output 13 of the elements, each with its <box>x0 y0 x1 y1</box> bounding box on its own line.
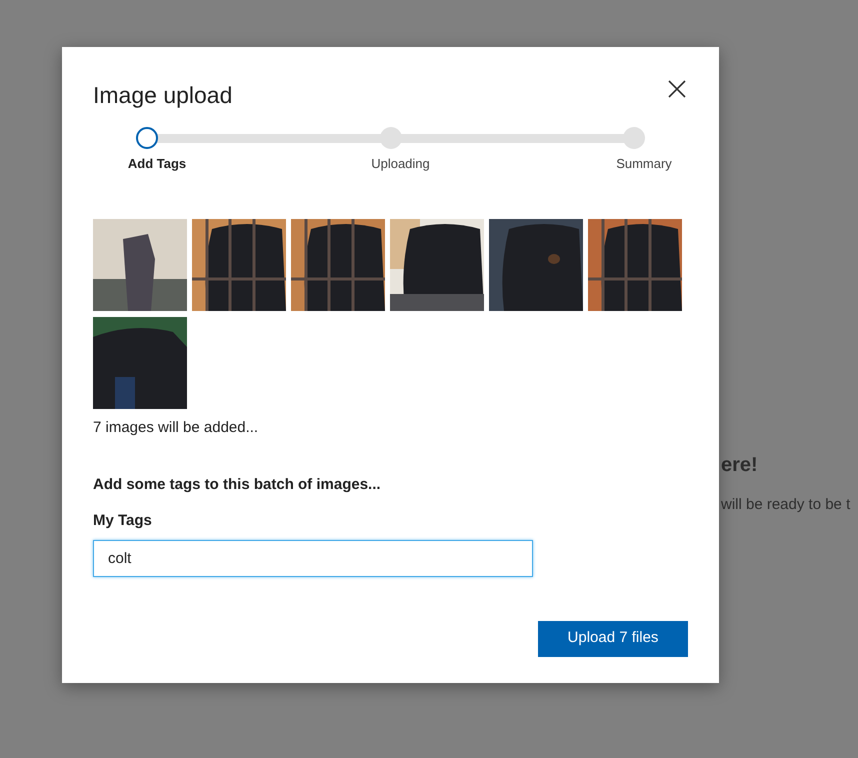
close-button[interactable] <box>667 79 687 99</box>
tags-field-label: My Tags <box>93 511 153 531</box>
dialog-title: Image upload <box>93 81 232 110</box>
close-icon <box>668 80 686 98</box>
step-label: Summary <box>616 154 672 173</box>
tags-prompt: Add some tags to this batch of images... <box>93 474 382 494</box>
image-count-text: 7 images will be added... <box>93 418 260 438</box>
background-text: will be ready to be t <box>721 495 852 515</box>
upload-button[interactable]: Upload 7 files <box>538 620 688 656</box>
tags-input-field[interactable]: colt <box>93 540 533 576</box>
background-heading: ere! <box>721 453 759 478</box>
step-label: Add Tags <box>128 154 186 173</box>
step-label: Uploading <box>371 154 430 173</box>
